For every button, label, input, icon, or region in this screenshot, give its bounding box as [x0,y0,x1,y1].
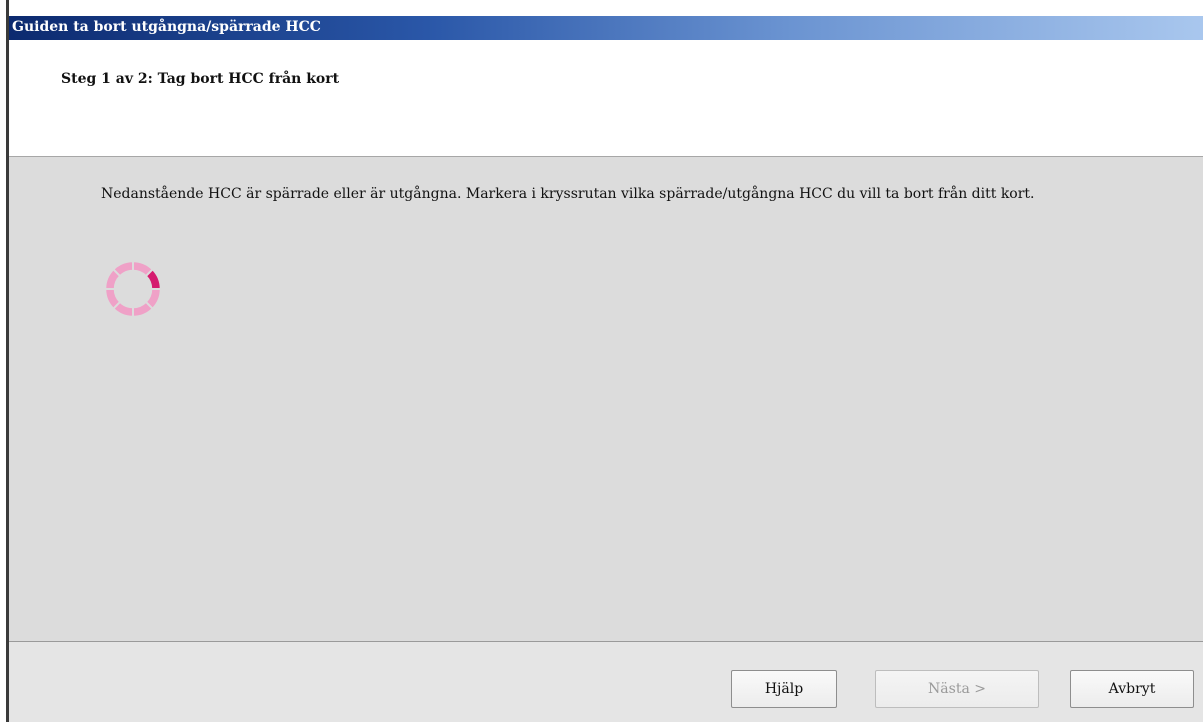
instruction-text: Nedanstående HCC är spärrade eller är ut… [101,186,1035,202]
spinner-segment [114,302,134,316]
spinner-segment [106,288,120,308]
spinner-segment [114,262,134,276]
step-title: Steg 1 av 2: Tag bort HCC från kort [61,71,340,87]
wizard-content: Nedanstående HCC är spärrade eller är ut… [9,156,1203,641]
spinner-icon [105,261,161,317]
wizard-header: Steg 1 av 2: Tag bort HCC från kort [9,40,1203,156]
spinner-segment [106,270,120,290]
spinner-segment-active [146,270,160,290]
wizard-window: Guiden ta bort utgångna/spärrade HCC Ste… [6,0,1203,722]
help-button[interactable]: Hjälp [731,670,837,708]
window-title: Guiden ta bort utgångna/spärrade HCC [12,19,321,35]
cancel-button[interactable]: Avbryt [1070,670,1194,708]
wizard-footer: Hjälp Nästa > Avbryt [9,641,1203,722]
spinner-segment [132,262,152,276]
title-bar[interactable]: Guiden ta bort utgångna/spärrade HCC [9,16,1203,40]
next-button[interactable]: Nästa > [875,670,1039,708]
spinner-segment [146,288,160,308]
spinner-segment [132,302,152,316]
